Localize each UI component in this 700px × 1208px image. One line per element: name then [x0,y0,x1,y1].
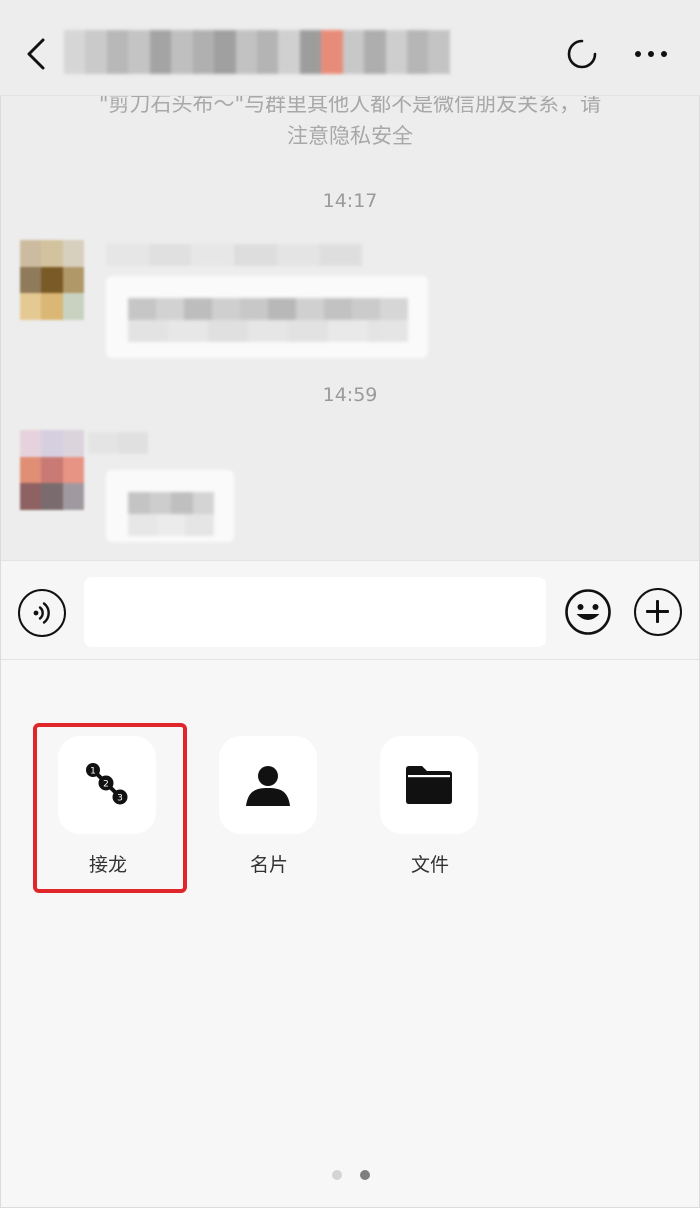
page-indicator[interactable] [332,1170,370,1180]
folder-icon [406,766,452,804]
title-pixel [321,30,343,74]
notice-line-2: 注意隐私安全 [287,124,413,148]
title-pixel [106,30,129,74]
message-bubble[interactable] [106,276,428,358]
title-pixel [342,30,365,74]
more-dots-icon [635,51,667,57]
title-pixel [278,30,300,74]
chat-title-pixelated [64,30,450,74]
svg-text:3: 3 [117,794,123,804]
tool-tile[interactable]: 1 2 3 [58,736,156,834]
more-options-button[interactable] [626,32,676,76]
title-pixel [64,30,86,74]
chevron-left-icon [27,38,45,70]
message-input[interactable] [84,577,546,647]
voice-icon [33,602,50,624]
timestamp-1: 14:17 [322,190,378,212]
svg-text:2: 2 [103,780,109,790]
title-pixel [85,30,107,74]
tool-contact-card[interactable]: 名片 [219,736,319,877]
title-pixel [385,30,407,74]
title-pixel [235,30,257,74]
title-pixel [364,30,386,74]
page-dot-active[interactable] [360,1170,370,1180]
title-pixel [214,30,236,74]
message-bubble[interactable] [106,470,234,542]
title-pixel [149,30,172,74]
back-button[interactable] [16,32,56,76]
tool-label: 名片 [249,854,288,876]
solitaire-icon: 1 2 3 [86,763,128,805]
more-panel: 1 2 3 接龙 名片 文件 [0,660,700,1208]
tool-tile[interactable] [219,736,317,834]
contact-card-icon [246,766,290,806]
loading-spinner-icon [567,39,597,69]
timestamp-2: 14:59 [322,384,378,406]
loading-button[interactable] [562,32,602,76]
sender-name-pixelated [88,432,148,454]
tool-label: 文件 [410,854,449,876]
title-pixel [171,30,193,74]
tool-label: 接龙 [88,854,127,876]
title-pixel [299,30,322,74]
nav-bar [0,0,700,96]
chat-area: "剪刀石头布～"与群里其他人都不是微信朋友关系，请 注意隐私安全 14:17 1… [0,0,700,560]
title-pixel [128,30,150,74]
emoji-icon[interactable] [564,588,612,636]
avatar[interactable] [20,430,84,510]
tool-solitaire[interactable]: 1 2 3 接龙 [58,736,158,877]
privacy-notice: "剪刀石头布～"与群里其他人都不是微信朋友关系，请 注意隐私安全 [40,88,660,152]
title-pixel [256,30,279,74]
tool-tile[interactable] [380,736,478,834]
title-pixel [407,30,429,74]
plus-button[interactable] [634,588,682,636]
avatar[interactable] [20,240,84,320]
title-pixel [192,30,215,74]
tool-file[interactable]: 文件 [380,736,480,877]
svg-text:1: 1 [90,767,96,777]
page-dot[interactable] [332,1170,342,1180]
sender-name-pixelated [106,244,363,266]
title-pixel [428,30,450,74]
voice-button[interactable] [18,589,66,637]
